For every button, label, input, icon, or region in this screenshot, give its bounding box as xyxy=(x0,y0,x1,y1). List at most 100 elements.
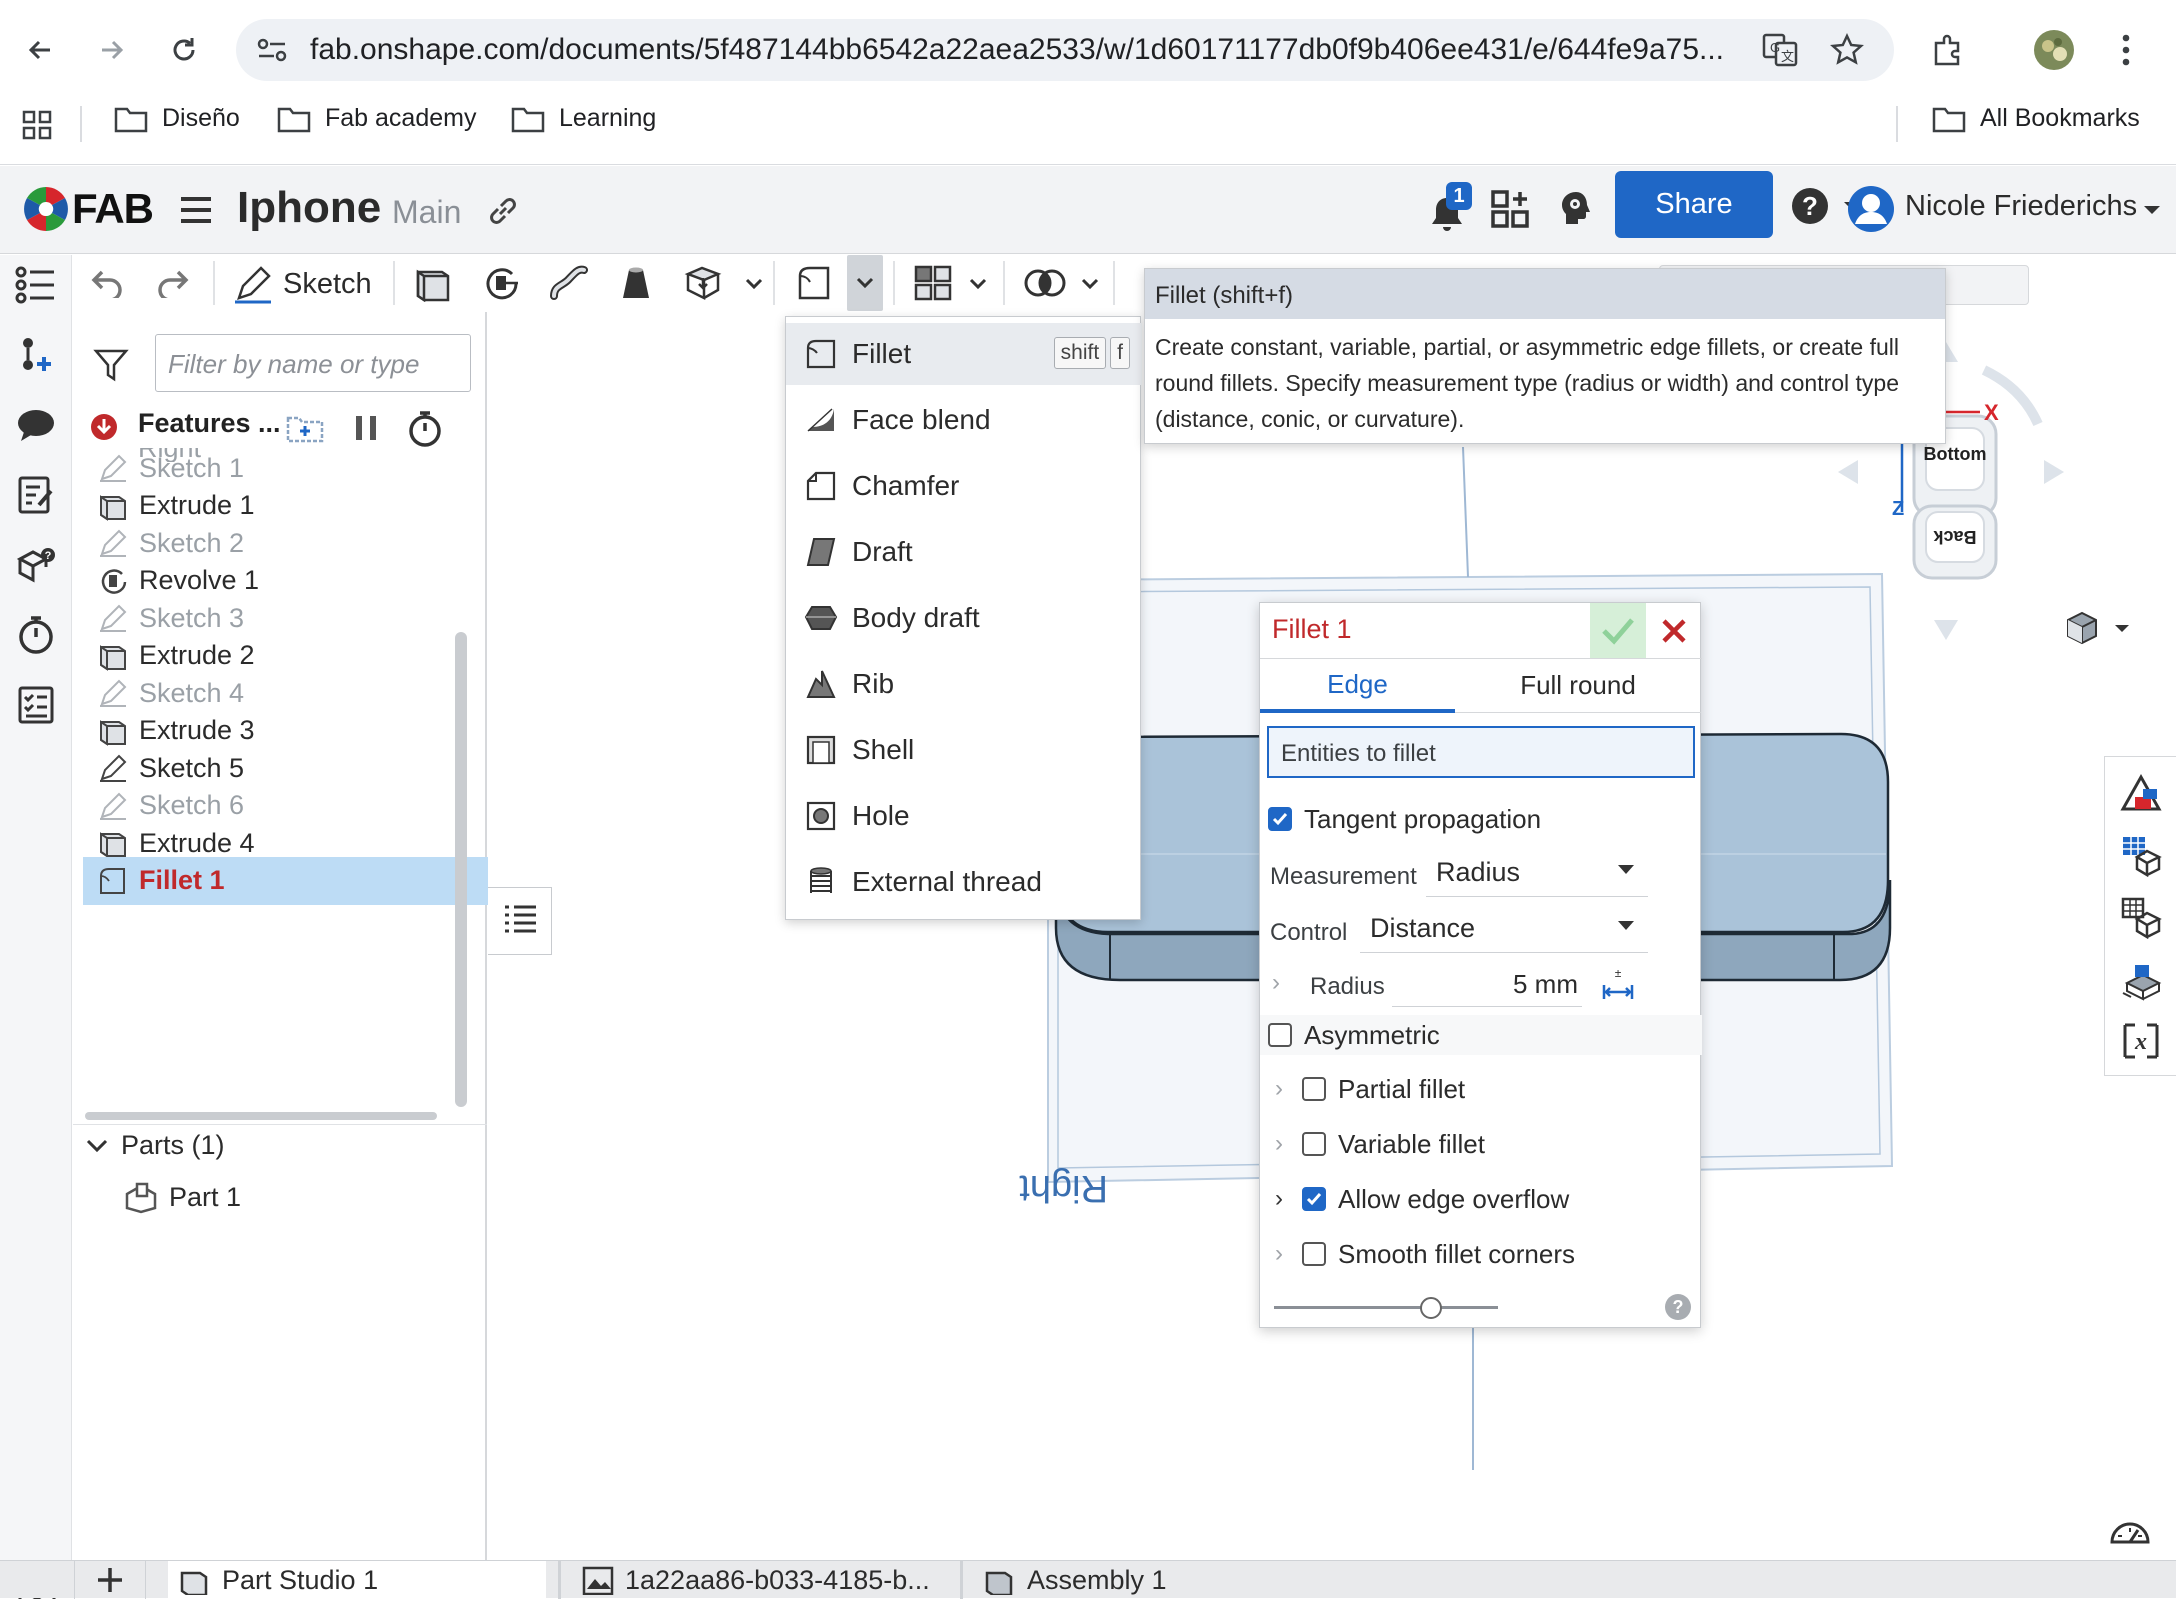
allow-edge-overflow-row[interactable]: › Allow edge overflow xyxy=(1260,1179,1702,1219)
add-folder-icon[interactable] xyxy=(285,412,325,444)
extensions-button[interactable] xyxy=(1920,22,1976,78)
pattern-tool[interactable] xyxy=(907,255,959,311)
browser-menu-button[interactable] xyxy=(2098,22,2154,78)
feature-panel-toggle[interactable] xyxy=(488,887,552,955)
menu-item-shell[interactable]: Shell xyxy=(786,719,1142,781)
menu-item-face-blend[interactable]: Face blend xyxy=(786,389,1142,451)
radius-input[interactable]: 5 mm xyxy=(1392,963,1582,1007)
translate-icon[interactable]: G文 xyxy=(1762,33,1798,67)
control-select[interactable]: Distance xyxy=(1360,907,1648,953)
profile-button[interactable] xyxy=(2026,22,2082,78)
loft-tool[interactable] xyxy=(610,255,662,311)
link-icon[interactable] xyxy=(486,194,520,228)
menu-item-draft[interactable]: Draft xyxy=(786,521,1142,583)
undo-button[interactable] xyxy=(81,255,133,311)
tab-assembly[interactable]: Assembly 1 xyxy=(960,1561,1360,1599)
configurations-toggle[interactable]: ? xyxy=(12,541,60,589)
workspace-branch[interactable]: Main xyxy=(392,194,461,231)
entities-to-fillet-field[interactable]: Entities to fillet xyxy=(1267,726,1695,778)
menu-item-fillet[interactable]: Fillet shift f xyxy=(786,323,1142,385)
fillet-tool[interactable] xyxy=(789,255,841,311)
partial-fillet-checkbox[interactable] xyxy=(1302,1077,1326,1101)
menu-item-chamfer[interactable]: Chamfer xyxy=(786,455,1142,517)
feature-list-hscrollbar[interactable] xyxy=(85,1112,437,1120)
sweep-tool[interactable] xyxy=(543,255,595,311)
tab-part-studio[interactable]: Part Studio 1 xyxy=(168,1561,546,1599)
asymmetric-checkbox[interactable] xyxy=(1268,1023,1292,1047)
menu-item-body-draft[interactable]: Body draft xyxy=(786,587,1142,649)
accept-button[interactable] xyxy=(1590,603,1646,658)
feature-item[interactable]: Fillet 1 xyxy=(83,856,515,905)
chevron-down-icon[interactable] xyxy=(2138,196,2166,224)
checklist-toggle[interactable] xyxy=(12,681,60,729)
add-tab-button[interactable] xyxy=(74,1561,146,1599)
feature-filter-input[interactable]: Filter by name or type xyxy=(155,334,471,392)
menu-item-external-thread[interactable]: External thread xyxy=(786,851,1142,913)
cancel-button[interactable] xyxy=(1646,603,1702,658)
variable-fillet-row[interactable]: › Variable fillet xyxy=(1260,1124,1702,1164)
symmetric-dimension-icon[interactable]: ± xyxy=(1600,967,1636,1001)
extrude-tool[interactable] xyxy=(407,255,459,311)
smooth-fillet-corners-checkbox[interactable] xyxy=(1302,1242,1326,1266)
pause-icon[interactable] xyxy=(351,412,381,444)
tab-image[interactable]: 1a22aa86-b033-4185-b... xyxy=(558,1561,958,1599)
hamburger-menu-icon[interactable] xyxy=(178,194,214,226)
asymmetric-row[interactable]: Asymmetric xyxy=(1260,1015,1702,1055)
tab-edge[interactable]: Edge xyxy=(1260,659,1455,713)
comments-toggle[interactable] xyxy=(12,401,60,449)
measurement-select[interactable]: Radius xyxy=(1426,851,1648,897)
thicken-tool[interactable] xyxy=(677,255,729,311)
view-cube-bottom-face[interactable]: Bottom xyxy=(1914,444,1996,465)
bookmark-folder-fab-academy[interactable]: Fab academy xyxy=(277,104,476,133)
apps-grid-icon[interactable] xyxy=(22,110,52,140)
help-icon[interactable]: ? xyxy=(1664,1293,1692,1321)
chevron-down-icon[interactable] xyxy=(967,273,989,295)
sketch-button[interactable]: Sketch xyxy=(233,259,372,309)
feature-list-scrollbar[interactable] xyxy=(455,632,467,1107)
document-name[interactable]: Iphone xyxy=(237,183,381,233)
variable-fillet-checkbox[interactable] xyxy=(1302,1132,1326,1156)
view-options-button[interactable] xyxy=(2062,608,2134,648)
measure-gauge-icon[interactable] xyxy=(2108,1516,2152,1546)
bookmark-star-icon[interactable] xyxy=(1830,33,1864,67)
redo-button[interactable] xyxy=(147,255,199,311)
address-bar[interactable]: fab.onshape.com/documents/5f487144bb6542… xyxy=(236,19,1894,81)
bookmark-folder-diseno[interactable]: Diseño xyxy=(114,104,240,133)
revolve-tool[interactable] xyxy=(475,255,527,311)
preview-slider-thumb[interactable] xyxy=(1420,1297,1442,1319)
feature-list-toggle[interactable] xyxy=(12,261,60,309)
site-settings-icon[interactable] xyxy=(256,36,288,64)
allow-edge-overflow-checkbox[interactable] xyxy=(1302,1187,1326,1211)
all-bookmarks-button[interactable]: All Bookmarks xyxy=(1932,104,2140,133)
smooth-fillet-corners-row[interactable]: › Smooth fillet corners xyxy=(1260,1234,1702,1274)
preview-slider-track[interactable] xyxy=(1274,1306,1498,1309)
sections-toggle[interactable] xyxy=(2115,891,2167,943)
stopwatch-icon[interactable] xyxy=(407,410,443,448)
tab-full-round[interactable]: Full round xyxy=(1455,659,1701,713)
bill-of-materials-toggle[interactable] xyxy=(2115,829,2167,881)
reload-button[interactable] xyxy=(156,22,212,78)
rollback-indicator-icon[interactable] xyxy=(89,412,119,442)
back-button[interactable] xyxy=(12,22,68,78)
user-avatar-icon[interactable] xyxy=(1846,184,1896,234)
history-toggle[interactable] xyxy=(12,611,60,659)
user-name[interactable]: Nicole Friederichs xyxy=(1905,190,2137,223)
learning-center-icon[interactable] xyxy=(1556,188,1596,228)
menu-item-hole[interactable]: Hole xyxy=(786,785,1142,847)
variables-panel-toggle[interactable]: x xyxy=(2115,1015,2167,1067)
parts-list-header[interactable]: Parts (1) xyxy=(83,1130,225,1161)
appearance-panel-toggle[interactable] xyxy=(2115,767,2167,819)
tangent-propagation-row[interactable]: Tangent propagation xyxy=(1260,799,1702,839)
notifications-button[interactable]: 1 xyxy=(1426,182,1472,234)
notes-toggle[interactable] xyxy=(12,471,60,519)
menu-item-rib[interactable]: Rib xyxy=(786,653,1142,715)
fillet-dropdown-toggle[interactable] xyxy=(847,255,883,311)
part-item[interactable]: Part 1 xyxy=(123,1180,241,1214)
radius-expand-chevron[interactable]: › xyxy=(1272,969,1280,997)
mass-properties-toggle[interactable] xyxy=(2115,953,2167,1005)
partial-fillet-row[interactable]: › Partial fillet xyxy=(1260,1069,1702,1109)
filter-icon[interactable] xyxy=(93,348,129,382)
tangent-propagation-checkbox[interactable] xyxy=(1268,807,1292,831)
view-cube-back-face[interactable]: Back xyxy=(1914,526,1996,547)
variable-table-toggle[interactable] xyxy=(12,331,60,379)
